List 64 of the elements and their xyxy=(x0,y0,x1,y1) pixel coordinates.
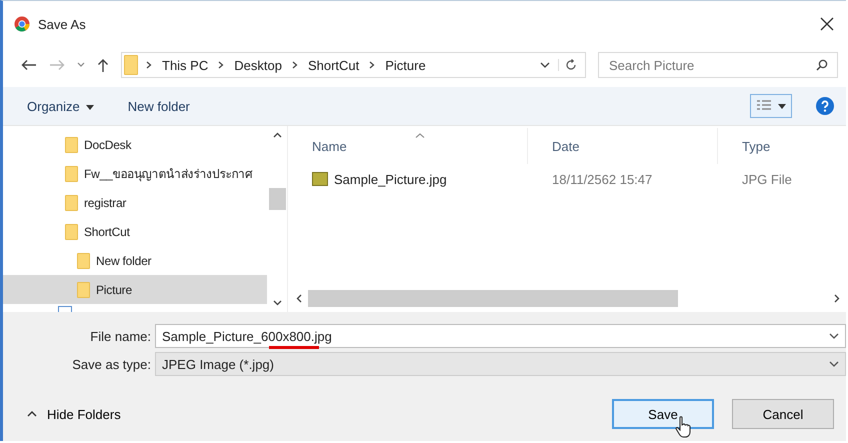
table-cell-text: 18/11/2562 15:47 xyxy=(551,172,654,186)
folder-icon xyxy=(77,252,90,268)
scroll-thumb[interactable] xyxy=(268,188,286,210)
save-button[interactable]: Save xyxy=(612,399,714,429)
tree-item[interactable]: ShortCut xyxy=(3,217,267,246)
scroll-up-icon[interactable] xyxy=(272,132,282,138)
field-label: File name: xyxy=(89,328,152,344)
help-icon[interactable] xyxy=(816,97,834,115)
column-header[interactable]: Date xyxy=(528,128,718,164)
new-folder-button[interactable]: New folder xyxy=(118,96,200,116)
tree-item[interactable]: registrar xyxy=(3,188,267,217)
tree-item[interactable]: Fw__ขออนุญาตนำส่งร่างประกาศ xyxy=(3,159,267,188)
emphasis-underline xyxy=(269,346,319,348)
folder-icon xyxy=(77,282,90,298)
tree-item[interactable]: New folder xyxy=(3,246,267,275)
browser-logo-icon xyxy=(14,16,30,32)
caret-icon xyxy=(778,104,786,108)
chevron-right-icon xyxy=(146,61,152,69)
refresh-icon[interactable] xyxy=(558,59,577,71)
organize-button[interactable]: Organize xyxy=(17,96,104,116)
folder-icon xyxy=(65,224,78,240)
column-header[interactable]: Name xyxy=(288,128,528,164)
back-arrow-icon[interactable] xyxy=(21,59,37,71)
field-label: Save as type: xyxy=(71,356,152,372)
view-options-button[interactable] xyxy=(750,94,792,118)
chevron-down-icon xyxy=(829,361,839,367)
breadcrumb-item[interactable]: ShortCut xyxy=(308,58,360,72)
file-name-field[interactable]: Sample_Picture_600x800.jpg xyxy=(155,324,846,348)
hide-folders-button[interactable]: Hide Folders xyxy=(21,406,127,422)
breadcrumb-item[interactable]: Picture xyxy=(385,58,426,72)
folder-icon xyxy=(65,136,78,152)
chevron-right-icon xyxy=(292,61,298,69)
sort-caret-icon xyxy=(415,133,425,138)
breadcrumb-item[interactable]: Desktop xyxy=(234,58,282,72)
scroll-left-icon[interactable] xyxy=(296,294,302,302)
chevron-right-icon xyxy=(218,61,224,69)
image-file-icon xyxy=(312,172,328,186)
breadcrumb-item[interactable]: This PC xyxy=(162,58,208,72)
scroll-right-icon[interactable] xyxy=(834,294,840,302)
file-type-dropdown[interactable]: JPEG Image (*.jpg) xyxy=(155,352,846,376)
tree-item[interactable]: DocDesk xyxy=(3,130,267,159)
cancel-button[interactable]: Cancel xyxy=(732,399,834,429)
caret-icon xyxy=(86,104,94,110)
search-icon xyxy=(816,59,828,71)
folder-icon xyxy=(65,194,78,210)
address-bar[interactable]: This PC Desktop ShortCut Picture xyxy=(121,52,586,78)
table-cell[interactable]: Sample_Picture.jpg xyxy=(288,172,528,186)
up-arrow-icon[interactable] xyxy=(97,58,109,72)
details-view-icon xyxy=(756,99,772,113)
chevron-down-icon[interactable] xyxy=(829,333,839,339)
folder-icon xyxy=(65,166,78,182)
chevron-up-icon xyxy=(27,411,37,417)
folder-icon xyxy=(124,55,138,75)
scroll-thumb[interactable] xyxy=(308,290,678,306)
window-title: Save As xyxy=(38,16,86,32)
search-field[interactable]: Search Picture xyxy=(598,52,838,78)
tree-item[interactable]: Picture xyxy=(3,275,267,304)
table-cell-text: JPG File xyxy=(741,172,793,186)
column-header[interactable]: Type xyxy=(718,128,846,164)
chevron-right-icon xyxy=(369,61,376,69)
field-value: Sample_Picture_600x800.jpg xyxy=(162,328,332,344)
scroll-down-icon[interactable] xyxy=(272,300,282,306)
chevron-down-icon[interactable] xyxy=(540,62,550,68)
close-icon[interactable] xyxy=(820,17,834,31)
